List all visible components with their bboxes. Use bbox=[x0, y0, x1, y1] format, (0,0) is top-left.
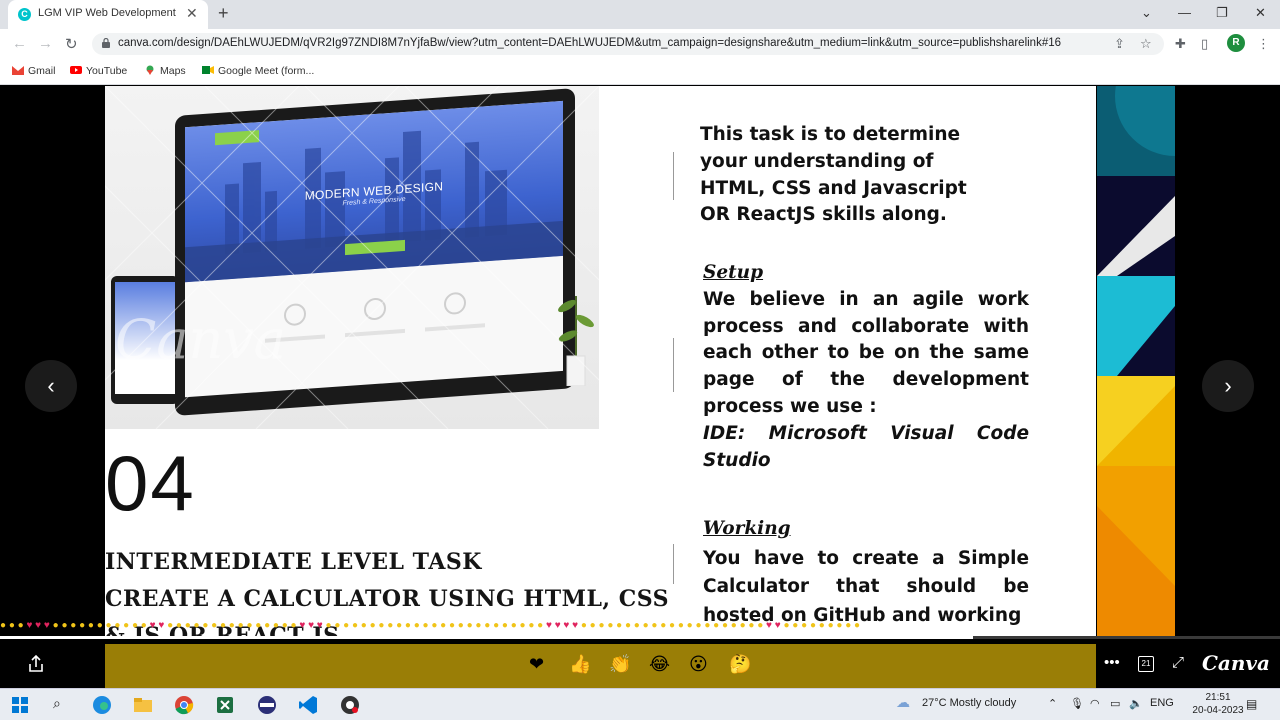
tab-search-icon[interactable]: ⌄ bbox=[1141, 5, 1152, 21]
youtube-icon bbox=[70, 66, 82, 74]
setup-text: We believe in an agile work process and … bbox=[703, 288, 1029, 417]
viewer-controls: ❤ 👍 👏 😂 😮 🤔 ••• 21 ⤢ Canva bbox=[0, 644, 1280, 688]
task-title-line: INTERMEDIATE LEVEL TASK bbox=[105, 549, 482, 575]
slide: MODERN WEB DESIGN Fresh & Responsive Can… bbox=[105, 86, 1096, 638]
search-icon[interactable]: ⌕ bbox=[53, 695, 61, 712]
battery-icon[interactable]: ▭ bbox=[1110, 697, 1120, 710]
presentation-viewer: MODERN WEB DESIGN Fresh & Responsive Can… bbox=[0, 86, 1280, 688]
next-slide-button[interactable]: › bbox=[1202, 360, 1254, 412]
surprised-reaction-icon[interactable]: 😮 bbox=[689, 654, 708, 675]
canva-favicon-icon: C bbox=[18, 8, 31, 21]
share-icon[interactable] bbox=[26, 654, 46, 674]
heart-reaction-icon[interactable]: ❤ bbox=[529, 654, 544, 675]
floating-reactions: ● ● ● ♥ ♥ ♥ ● ● ● ● ● ● ● ● ● ● ● ♥ ♥ ● … bbox=[0, 620, 861, 631]
chrome-icon[interactable] bbox=[173, 694, 195, 716]
setup-heading: Setup bbox=[703, 262, 764, 283]
chrome-menu-icon[interactable]: ⋮ bbox=[1257, 36, 1270, 52]
system-clock[interactable]: 21:51 20-04-2023 bbox=[1191, 691, 1245, 717]
excel-icon[interactable] bbox=[214, 694, 236, 716]
windows-start-icon[interactable] bbox=[9, 694, 31, 716]
bookmarks-bar: Gmail YouTube Maps Google Meet (form... bbox=[0, 59, 1280, 85]
working-heading: Working bbox=[703, 518, 791, 539]
slide-progress-fill bbox=[0, 636, 973, 639]
tab-title: LGM VIP Web Development bbox=[38, 7, 176, 19]
notifications-icon[interactable]: ▤ bbox=[1246, 697, 1257, 711]
clock-time: 21:51 bbox=[1205, 692, 1231, 703]
side-panel-icon[interactable]: ▯ bbox=[1201, 36, 1208, 52]
close-tab-icon[interactable]: ✕ bbox=[186, 5, 198, 22]
previous-slide-button[interactable]: ‹ bbox=[25, 360, 77, 412]
diamond-pattern-overlay bbox=[105, 86, 599, 429]
working-section: Working You have to create a Simple Calc… bbox=[703, 516, 1029, 630]
vscode-icon[interactable] bbox=[297, 694, 319, 716]
app-icon[interactable] bbox=[256, 694, 278, 716]
divider-line bbox=[673, 338, 674, 392]
url-text: canva.com/design/DAEhLWUJEDM/qVR2Ig97ZND… bbox=[118, 37, 1062, 49]
gmail-icon bbox=[12, 66, 24, 75]
edge-icon[interactable] bbox=[91, 694, 113, 716]
ide-text: IDE: Microsoft Visual Code Studio bbox=[703, 422, 1029, 471]
bookmark-label: YouTube bbox=[86, 65, 128, 77]
bookmark-maps[interactable]: Maps bbox=[144, 65, 186, 77]
bookmark-label: Maps bbox=[160, 65, 186, 77]
new-tab-button[interactable]: + bbox=[218, 3, 229, 24]
bookmark-youtube[interactable]: YouTube bbox=[70, 65, 127, 77]
back-icon[interactable]: ← bbox=[12, 35, 27, 52]
volume-icon[interactable]: 🔈 bbox=[1129, 697, 1143, 710]
thinking-reaction-icon[interactable]: 🤔 bbox=[729, 654, 751, 675]
next-slide-preview bbox=[1097, 86, 1175, 638]
close-window-button[interactable]: ✕ bbox=[1255, 5, 1266, 21]
page-grid-button[interactable]: 21 bbox=[1138, 656, 1154, 672]
canva-watermark: Canva bbox=[115, 308, 286, 371]
clap-reaction-icon[interactable]: 👏 bbox=[609, 654, 631, 675]
file-explorer-icon[interactable] bbox=[132, 694, 154, 716]
google-meet-icon bbox=[202, 66, 214, 74]
omnibox[interactable]: canva.com/design/DAEhLWUJEDM/qVR2Ig97ZND… bbox=[92, 33, 1164, 55]
intro-paragraph: This task is to determine your understan… bbox=[700, 124, 967, 226]
browser-tab[interactable]: C LGM VIP Web Development ✕ bbox=[8, 0, 208, 29]
bookmark-label: Google Meet (form... bbox=[218, 65, 315, 77]
bookmark-label: Gmail bbox=[28, 65, 56, 77]
maps-pin-icon bbox=[146, 65, 154, 75]
forward-icon[interactable]: → bbox=[38, 35, 53, 52]
reload-icon[interactable]: ↻ bbox=[65, 35, 78, 53]
windows-taskbar: ⌕ ☁ 27°C Mostly cloudy ⌃ 🎙 ◠ ▭ 🔈 ENG 21:… bbox=[0, 688, 1280, 720]
divider-line bbox=[673, 544, 674, 584]
web-design-mockup-image: MODERN WEB DESIGN Fresh & Responsive Can… bbox=[105, 86, 599, 429]
weather-text[interactable]: 27°C Mostly cloudy bbox=[922, 697, 1016, 709]
share-page-icon[interactable]: ⇪ bbox=[1114, 36, 1125, 52]
divider-line bbox=[673, 152, 674, 200]
bookmark-gmail[interactable]: Gmail bbox=[12, 65, 55, 77]
bookmark-star-icon[interactable]: ☆ bbox=[1140, 36, 1152, 52]
tab-strip: C LGM VIP Web Development ✕ + ⌄ — ❐ ✕ bbox=[0, 0, 1280, 29]
fullscreen-icon[interactable]: ⤢ bbox=[1172, 654, 1184, 671]
tray-overflow-icon[interactable]: ⌃ bbox=[1048, 697, 1057, 710]
recorder-icon[interactable] bbox=[339, 694, 361, 716]
language-indicator[interactable]: ENG bbox=[1150, 697, 1174, 709]
extensions-icon[interactable]: ✚ bbox=[1175, 36, 1186, 52]
thumbs-up-reaction-icon[interactable]: 👍 bbox=[569, 654, 591, 675]
setup-section: Setup We believe in an agile work proces… bbox=[703, 260, 1029, 474]
lock-icon bbox=[102, 38, 110, 48]
more-options-icon[interactable]: ••• bbox=[1104, 654, 1120, 671]
weather-cloud-icon[interactable]: ☁ bbox=[896, 694, 910, 711]
address-bar: ← → ↻ canva.com/design/DAEhLWUJEDM/qVR2I… bbox=[0, 29, 1280, 59]
slide-progress-bar[interactable] bbox=[0, 636, 1280, 639]
slide-number: 04 bbox=[105, 439, 196, 527]
laugh-reaction-icon[interactable]: 😂 bbox=[649, 654, 670, 675]
reactions-panel: ❤ 👍 👏 😂 😮 🤔 bbox=[105, 644, 1096, 688]
task-title-line: CREATE A CALCULATOR USING HTML, CSS bbox=[105, 586, 670, 612]
clock-date: 20-04-2023 bbox=[1192, 705, 1244, 716]
maximize-button[interactable]: ❐ bbox=[1216, 5, 1228, 21]
bookmark-google-meet[interactable]: Google Meet (form... bbox=[202, 65, 314, 77]
minimize-button[interactable]: — bbox=[1178, 5, 1191, 20]
canva-logo[interactable]: Canva bbox=[1202, 651, 1270, 675]
wifi-icon[interactable]: ◠ bbox=[1090, 697, 1100, 710]
microphone-icon[interactable]: 🎙 bbox=[1070, 697, 1084, 710]
profile-avatar[interactable]: R bbox=[1227, 34, 1245, 52]
